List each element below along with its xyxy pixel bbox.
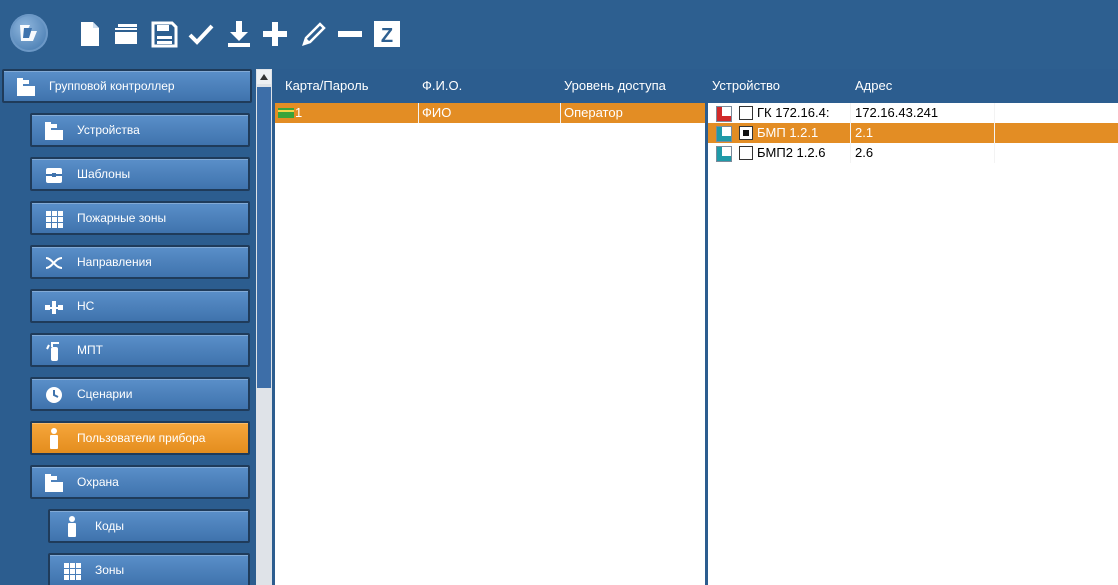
nav-scrollbar[interactable] <box>256 69 272 585</box>
nav-item-templates[interactable]: Шаблоны <box>30 157 250 191</box>
nav-item-label: Коды <box>95 519 125 533</box>
column-header-name[interactable]: Ф.И.О. <box>422 69 462 103</box>
card-icon <box>278 108 294 118</box>
edit-button[interactable] <box>296 17 330 51</box>
cell-address: 2.6 <box>855 145 874 160</box>
extinguisher-icon <box>46 342 59 361</box>
nav-item-label: МПТ <box>77 343 103 357</box>
z-letter-icon: Z <box>374 21 400 47</box>
template-icon <box>46 168 62 183</box>
scroll-up-button[interactable] <box>257 70 271 84</box>
devices-table-header: Устройство Адрес <box>708 69 1118 103</box>
document-icon <box>81 22 99 46</box>
floppy-disk-icon <box>151 21 178 48</box>
cell-name: ФИО <box>422 105 452 120</box>
svg-text:Z: Z <box>381 25 393 47</box>
nav-item-label: Охрана <box>77 475 119 489</box>
nav-item-label: Направления <box>77 255 152 269</box>
tree-icon <box>17 78 35 96</box>
z-button[interactable]: Z <box>370 17 404 51</box>
column-separator <box>850 103 851 123</box>
nav-item-mpt[interactable]: МПТ <box>30 333 250 367</box>
column-header-card[interactable]: Карта/Пароль <box>285 69 369 103</box>
nav-item-label: Групповой контроллер <box>49 79 175 93</box>
nav-item-device-users[interactable]: Пользователи прибора <box>30 421 250 455</box>
column-header-device[interactable]: Устройство <box>712 69 780 103</box>
checkmark-icon <box>188 24 214 45</box>
device-checkbox[interactable] <box>739 126 753 140</box>
nav-item-label: НС <box>77 299 95 313</box>
column-header-address[interactable]: Адрес <box>855 69 892 103</box>
nav-item-group-controller[interactable]: Групповой контроллер <box>2 69 252 103</box>
pencil-icon <box>302 22 326 46</box>
nav-item-devices[interactable]: Устройства <box>30 113 250 147</box>
nav-item-label: Пользователи прибора <box>77 431 206 445</box>
cell-device: ГК 172.16.4: <box>757 105 830 120</box>
download-icon <box>228 21 250 47</box>
column-separator <box>994 143 995 163</box>
apply-button[interactable] <box>184 17 218 51</box>
devices-table: Устройство Адрес ГК 172.16.4: 172.16.43.… <box>708 69 1118 585</box>
new-document-button[interactable] <box>72 17 106 51</box>
nav-item-scenarios[interactable]: Сценарии <box>30 377 250 411</box>
minus-icon <box>338 31 362 37</box>
app-logo-icon[interactable] <box>10 14 48 52</box>
grid-icon <box>64 563 81 580</box>
users-table-header: Карта/Пароль Ф.И.О. Уровень доступа <box>275 69 705 103</box>
nav-item-label: Шаблоны <box>77 167 131 181</box>
column-header-access[interactable]: Уровень доступа <box>564 69 666 103</box>
column-separator <box>994 123 995 143</box>
nav-item-fire-zones[interactable]: Пожарные зоны <box>30 201 250 235</box>
nav-item-label: Устройства <box>77 123 140 137</box>
column-separator <box>850 123 851 143</box>
user-icon <box>50 428 58 449</box>
user-icon <box>68 516 76 537</box>
table-row[interactable]: ГК 172.16.4: 172.16.43.241 <box>708 103 1118 123</box>
device-status-indicator <box>716 106 732 122</box>
save-button[interactable] <box>147 17 181 51</box>
clock-icon <box>46 387 62 403</box>
scroll-thumb[interactable] <box>257 87 271 388</box>
nav-item-zones[interactable]: Зоны <box>48 553 250 585</box>
column-separator <box>850 143 851 163</box>
folder-icon <box>115 24 137 44</box>
nav-item-label: Зоны <box>95 563 125 577</box>
column-separator <box>418 103 419 123</box>
nav-item-codes[interactable]: Коды <box>48 509 250 543</box>
column-separator <box>994 103 995 123</box>
toolbar: Z <box>0 0 1118 69</box>
add-button[interactable] <box>258 17 292 51</box>
cell-card: 1 <box>295 105 303 120</box>
nav-item-directions[interactable]: Направления <box>30 245 250 279</box>
device-status-indicator <box>716 126 732 142</box>
triangle-up-icon <box>260 74 268 80</box>
column-separator <box>560 103 561 123</box>
remove-button[interactable] <box>333 17 367 51</box>
cell-address: 172.16.43.241 <box>855 105 939 120</box>
table-row[interactable]: 1 ФИО Оператор <box>275 103 705 123</box>
tree-icon <box>45 474 63 492</box>
nav-item-label: Сценарии <box>77 387 133 401</box>
device-checkbox[interactable] <box>739 106 753 120</box>
users-table: Карта/Пароль Ф.И.О. Уровень доступа 1 ФИ… <box>275 69 705 585</box>
cell-access: Оператор <box>564 105 623 120</box>
nav-item-security[interactable]: Охрана <box>30 465 250 499</box>
open-button[interactable] <box>110 17 144 51</box>
grid-icon <box>46 211 63 228</box>
navigation-tree: Групповой контроллер Устройства Шаблоны … <box>0 69 256 585</box>
table-row[interactable]: БМП2 1.2.6 2.6 <box>708 143 1118 163</box>
table-row[interactable]: БМП 1.2.1 2.1 <box>708 123 1118 143</box>
shuffle-icon <box>45 257 63 269</box>
plus-icon <box>263 22 287 46</box>
device-checkbox[interactable] <box>739 146 753 160</box>
cell-device: БМП 1.2.1 <box>757 125 819 140</box>
cell-device: БМП2 1.2.6 <box>757 145 826 160</box>
tree-icon <box>45 122 63 140</box>
cell-address: 2.1 <box>855 125 874 140</box>
device-status-indicator <box>716 146 732 162</box>
download-button[interactable] <box>222 17 256 51</box>
nav-item-ns[interactable]: НС <box>30 289 250 323</box>
pump-icon <box>45 301 63 314</box>
nav-item-label: Пожарные зоны <box>77 211 167 225</box>
